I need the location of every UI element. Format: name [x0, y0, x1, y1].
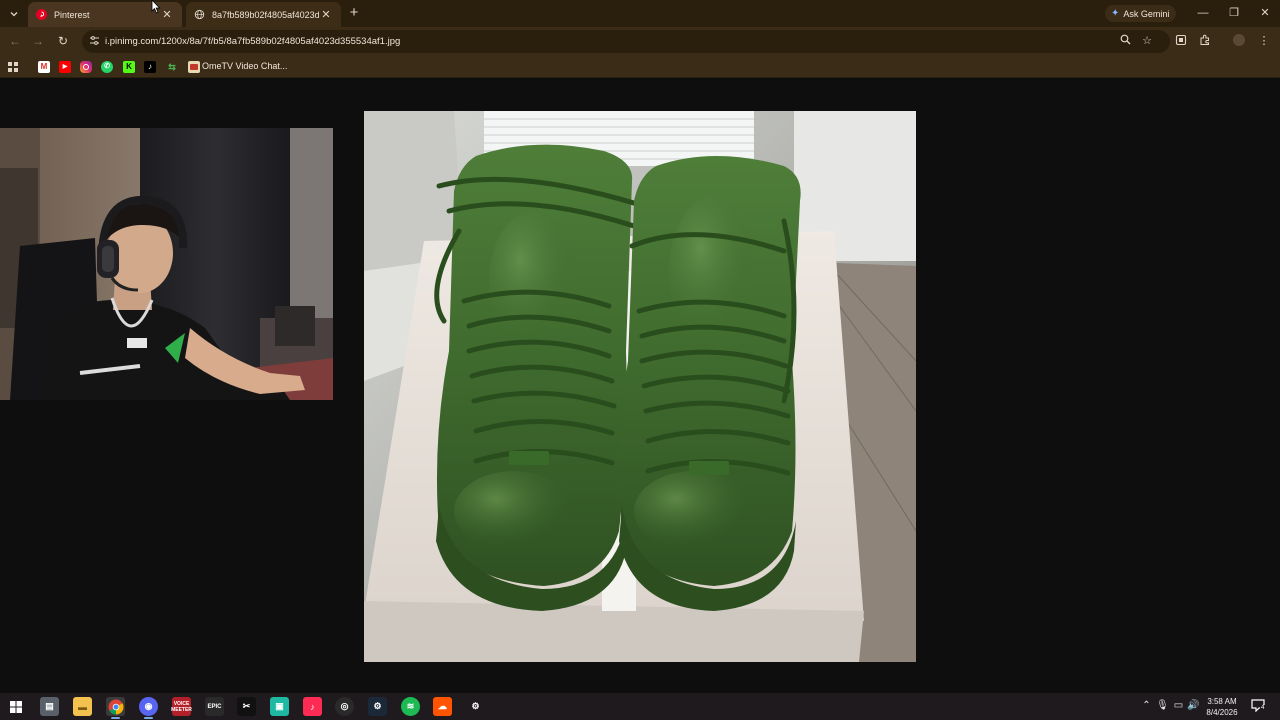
- webcam-overlay: [0, 128, 333, 400]
- volume-icon[interactable]: 🔊: [1187, 699, 1200, 713]
- whatsapp-icon[interactable]: ✆: [101, 61, 113, 73]
- soundcloud-icon[interactable]: ☁: [433, 697, 452, 716]
- tab-strip: Pinterest ✕ 8a7fb589b02f4805af4023d35553…: [0, 0, 1280, 27]
- epic-games-icon[interactable]: EPIC: [205, 697, 224, 716]
- ask-gemini-button[interactable]: ✦ Ask Gemini: [1105, 5, 1176, 22]
- windows-taskbar: ▤ ▬ ◉ VOICE MEETER EPIC ✂ ▣ ♪ ◎ ⚙ ≋ ☁ ⚙ …: [0, 693, 1280, 720]
- reload-button[interactable]: ↻: [55, 33, 71, 49]
- tab-title: Pinterest: [54, 9, 90, 20]
- menu-kebab-icon[interactable]: ⋮: [1257, 34, 1271, 48]
- pinterest-icon: [36, 9, 47, 20]
- extension-icon[interactable]: [1174, 34, 1188, 48]
- kick-icon[interactable]: K: [123, 61, 135, 73]
- zoom-icon[interactable]: [1118, 34, 1132, 48]
- site-info-icon[interactable]: [88, 35, 100, 47]
- chevron-down-icon: [10, 12, 18, 17]
- browser-toolbar: ← → ↻ i.pinimg.com/1200x/8a/7f/b5/8a7fb5…: [0, 27, 1280, 56]
- close-tab-icon[interactable]: ✕: [160, 8, 174, 22]
- globe-icon: [194, 9, 205, 20]
- tab-image[interactable]: 8a7fb589b02f4805af4023d355534af1.jpg ✕: [186, 2, 341, 27]
- ask-gemini-label: Ask Gemini: [1123, 8, 1170, 19]
- game-launcher-icon[interactable]: ▣: [270, 697, 289, 716]
- clock-time: 3:58 AM: [1207, 697, 1237, 706]
- voicemeeter-icon[interactable]: VOICE MEETER: [171, 697, 192, 716]
- profile-avatar[interactable]: [1233, 34, 1247, 48]
- file-explorer-icon[interactable]: ▬: [73, 697, 92, 716]
- new-tab-button[interactable]: +: [346, 5, 362, 21]
- bookmarks-bar: M ▶ ✆ K ♪ ⇆ OmeTV Video Chat...: [0, 56, 1280, 78]
- back-button[interactable]: ←: [7, 33, 23, 49]
- instagram-icon[interactable]: [80, 61, 92, 73]
- url-text[interactable]: i.pinimg.com/1200x/8a/7f/b5/8a7fb589b02f…: [105, 36, 400, 47]
- close-tab-icon[interactable]: ✕: [319, 8, 333, 22]
- restore-button[interactable]: ❐: [1222, 4, 1246, 22]
- clock-date: 8/4/2026: [1206, 708, 1238, 717]
- capcut-icon[interactable]: ✂: [237, 697, 256, 716]
- system-clock[interactable]: 3:58 AM 8/4/2026: [1200, 696, 1244, 718]
- close-window-button[interactable]: ✕: [1253, 4, 1277, 22]
- tiktok-icon[interactable]: ♪: [144, 61, 156, 73]
- gemini-sparkle-icon: ✦: [1111, 8, 1120, 19]
- tab-title: 8a7fb589b02f4805af4023d355534af1.jpg: [212, 9, 319, 20]
- obs-icon[interactable]: ◎: [335, 697, 354, 716]
- windows-start-icon[interactable]: [6, 697, 25, 716]
- network-icon[interactable]: ▭: [1172, 699, 1185, 713]
- shoe-photo: BALENC: [364, 111, 916, 662]
- address-bar[interactable]: i.pinimg.com/1200x/8a/7f/b5/8a7fb589b02f…: [82, 30, 1170, 53]
- gmail-icon[interactable]: M: [38, 61, 50, 73]
- tab-search-button[interactable]: [5, 5, 23, 23]
- link-icon[interactable]: ⇆: [166, 61, 178, 73]
- tray-overflow-icon[interactable]: ⌃: [1140, 699, 1153, 713]
- mouse-cursor-icon: [151, 0, 161, 14]
- file-manager-icon[interactable]: ▤: [40, 697, 59, 716]
- discord-icon[interactable]: ◉: [139, 697, 158, 719]
- settings-icon[interactable]: ⚙: [466, 697, 485, 716]
- notification-count: 4: [1260, 705, 1266, 711]
- steam-icon[interactable]: ⚙: [368, 697, 387, 716]
- chrome-icon[interactable]: [106, 697, 125, 719]
- notification-center-icon[interactable]: 4: [1251, 699, 1267, 713]
- tiktok-icon[interactable]: ♪: [303, 697, 322, 716]
- extensions-puzzle-icon[interactable]: [1198, 34, 1212, 48]
- apps-grid-icon[interactable]: [7, 61, 19, 73]
- bookmark-folder-icon[interactable]: [188, 61, 200, 73]
- youtube-icon[interactable]: ▶: [59, 61, 71, 73]
- minimize-button[interactable]: —: [1191, 4, 1215, 22]
- microphone-icon[interactable]: 🎙: [1156, 699, 1169, 713]
- bookmark-star-icon[interactable]: ☆: [1140, 34, 1154, 48]
- forward-button[interactable]: →: [30, 33, 46, 49]
- spotify-icon[interactable]: ≋: [401, 697, 420, 716]
- bookmark-ometv[interactable]: OmeTV Video Chat...: [202, 61, 287, 71]
